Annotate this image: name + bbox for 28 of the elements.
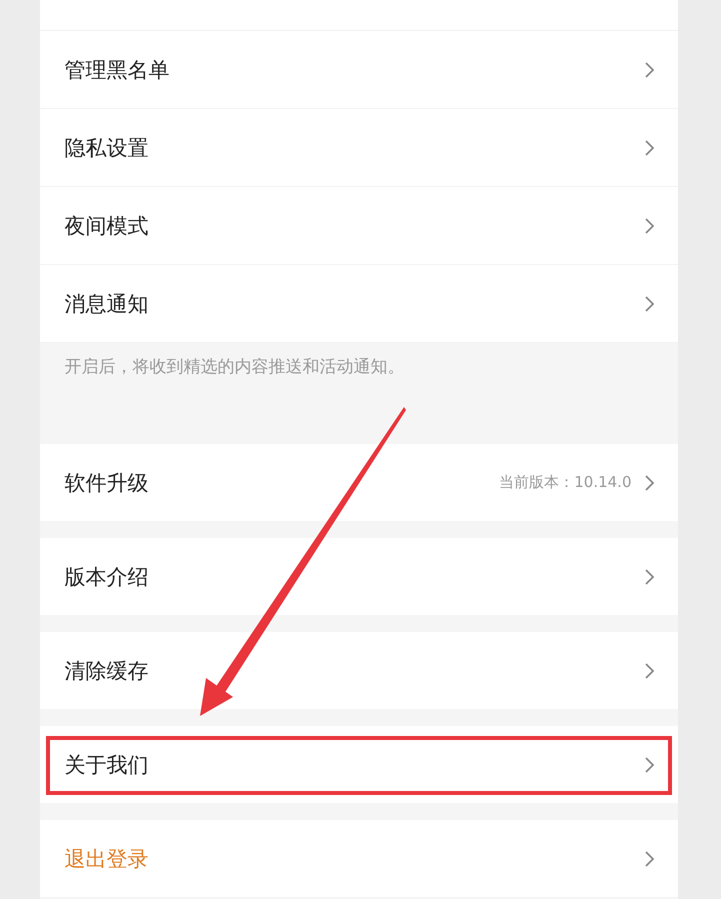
- settings-row[interactable]: 软件升级 当前版本：10.14.0: [40, 444, 678, 521]
- row-label: 清除缓存: [64, 658, 150, 684]
- settings-row[interactable]: 隐私设置: [40, 109, 678, 187]
- settings-row[interactable]: 消息通知: [40, 265, 678, 343]
- row-label: 软件升级: [64, 470, 150, 496]
- chevron-right-icon: [644, 474, 654, 490]
- row-label: 退出登录: [64, 846, 150, 872]
- row-label: 版本介绍: [64, 564, 150, 590]
- version-text: 当前版本：10.14.0: [499, 473, 632, 492]
- settings-row[interactable]: 版本介绍: [40, 538, 678, 615]
- hint-text: 开启后，将收到精选的内容推送和活动通知。: [64, 356, 406, 379]
- row-label: 关于我们: [64, 752, 150, 778]
- chevron-right-icon: [644, 568, 654, 584]
- chevron-right-icon: [644, 662, 654, 678]
- settings-row[interactable]: 关于我们: [40, 726, 678, 803]
- chevron-right-icon: [644, 140, 654, 156]
- settings-row[interactable]: 清除缓存: [40, 632, 678, 709]
- chevron-right-icon: [644, 850, 654, 866]
- chevron-right-icon: [644, 296, 654, 312]
- row-label: 消息通知: [64, 290, 150, 318]
- row-label: 夜间模式: [64, 212, 150, 240]
- chevron-right-icon: [644, 62, 654, 78]
- row-label: 隐私设置: [64, 134, 150, 162]
- chevron-right-icon: [644, 218, 654, 234]
- chevron-right-icon: [644, 756, 654, 772]
- settings-row[interactable]: 夜间模式: [40, 187, 678, 265]
- row-label: 管理黑名单: [64, 56, 170, 84]
- settings-row[interactable]: 管理黑名单: [40, 31, 678, 109]
